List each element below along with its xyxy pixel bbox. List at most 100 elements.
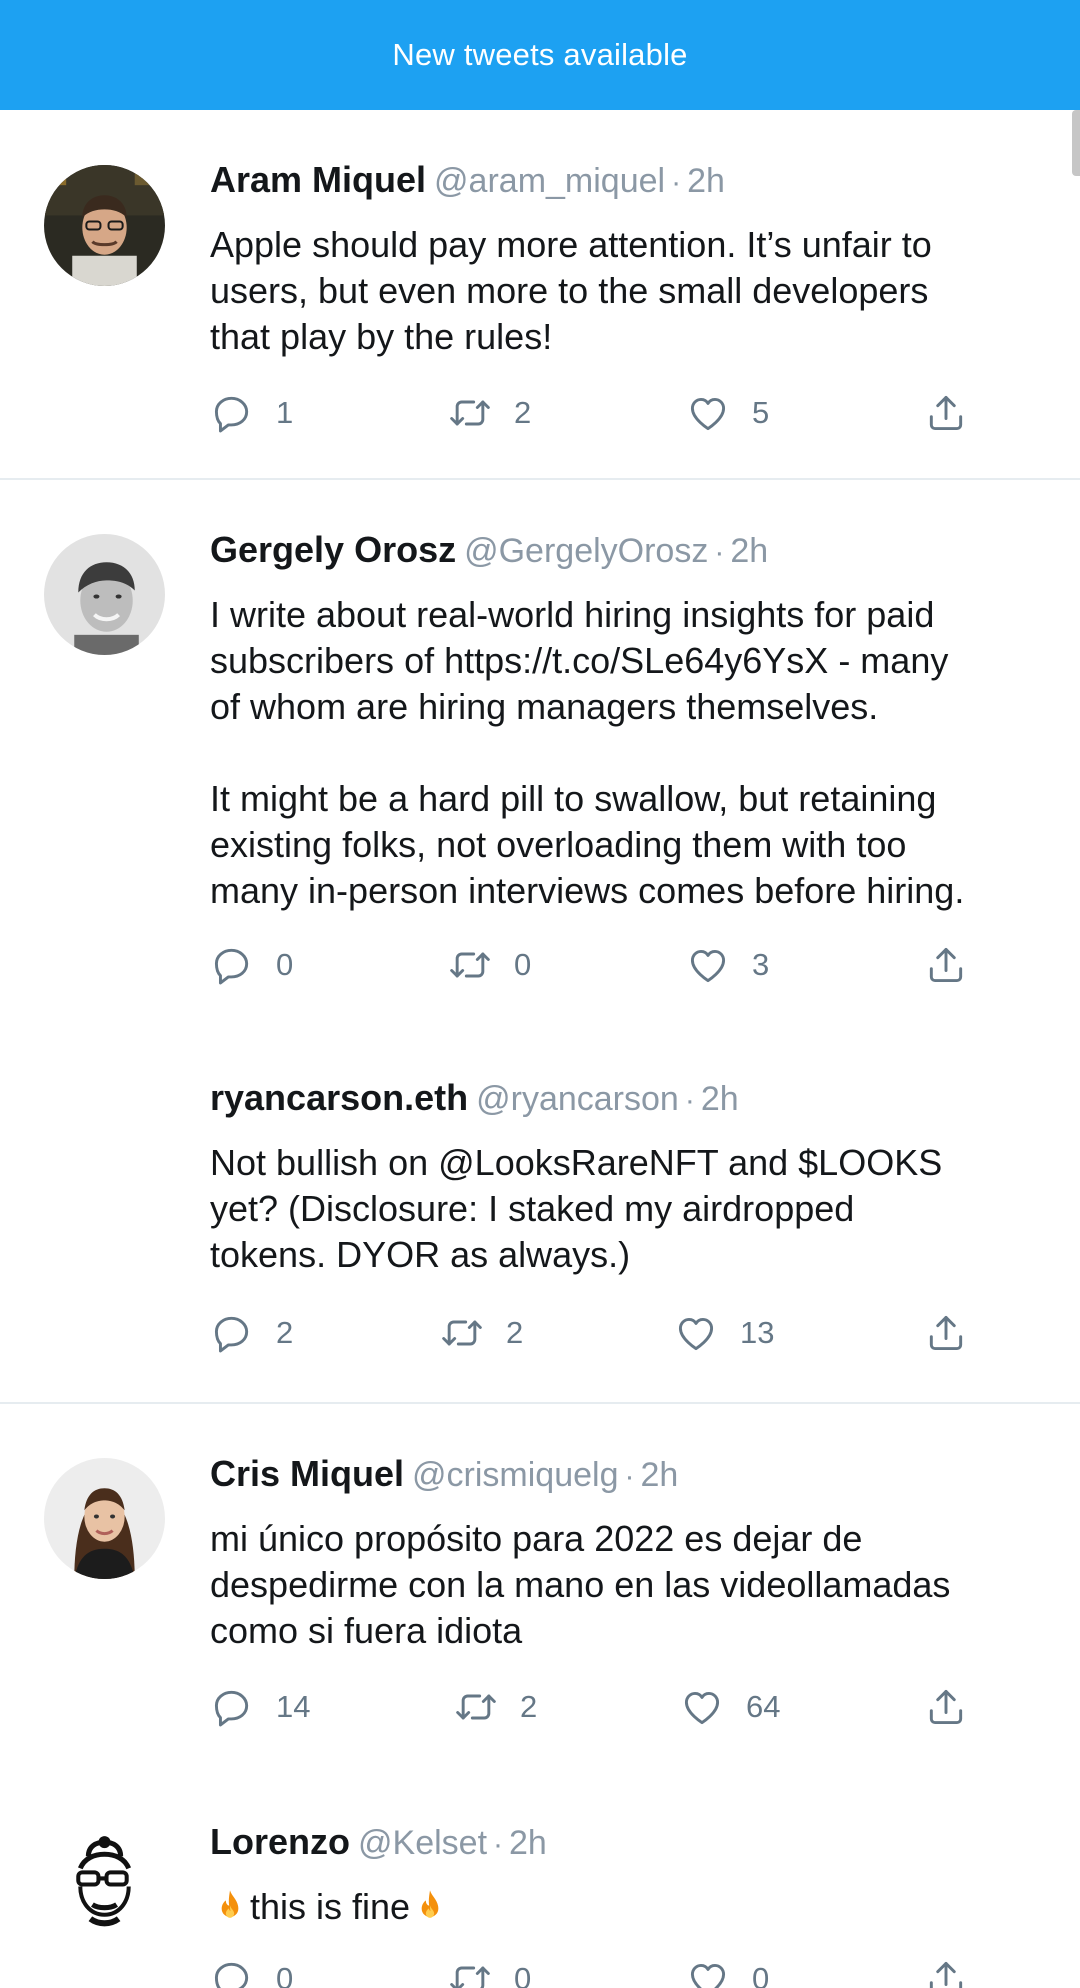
tweet-actions: 14 2 64 [210,1682,980,1732]
retweet-count: 2 [514,395,532,430]
heart-icon [674,1311,718,1355]
tweet-header: Gergely Orosz @GergelyOrosz · 2h [210,528,768,575]
heart-icon [686,943,730,987]
avatar[interactable] [44,1826,165,1947]
tweet-text-row: this is fine [210,1884,1040,1930]
retweet-button[interactable]: 2 [448,388,531,438]
reply-icon [210,943,254,987]
like-count: 5 [752,395,770,430]
tweet-text: this is fine [250,1886,411,1927]
retweet-count: 2 [506,1315,524,1350]
reply-button[interactable]: 1 [210,388,293,438]
display-name[interactable]: Lorenzo [210,1821,350,1862]
share-button[interactable] [924,1308,968,1358]
user-handle[interactable]: @aram_miquel [434,162,665,200]
tweet[interactable]: ryancarson.eth @ryancarson · 2h Not bullish… [0,1040,1080,1402]
timestamp[interactable]: 2h [730,532,768,570]
tweet-actions: 0 0 0 [210,1954,980,1988]
tweet[interactable]: Aram Miquel @aram_miquel · 2h Apple should … [0,110,1080,478]
reply-button[interactable]: 0 [210,940,293,990]
heart-icon [686,1957,730,1988]
display-name[interactable]: Gergely Orosz [210,529,456,570]
separator-dot: · [714,536,725,569]
like-button[interactable]: 5 [686,388,769,438]
heart-icon [686,391,730,435]
tweet[interactable]: Gergely Orosz @GergelyOrosz · 2h I write ab… [0,480,1080,1040]
share-icon [924,943,968,987]
tweet-header: ryancarson.eth @ryancarson · 2h [210,1076,739,1123]
separator-dot: · [671,166,682,199]
like-button[interactable]: 64 [680,1682,780,1732]
reply-count: 0 [276,947,294,982]
like-count: 64 [746,1689,781,1724]
display-name[interactable]: Cris Miquel [210,1453,404,1494]
share-icon [924,391,968,435]
like-button[interactable]: 13 [674,1308,774,1358]
reply-count: 0 [276,1961,294,1988]
timestamp[interactable]: 2h [687,162,725,200]
retweet-icon [454,1685,498,1729]
tweet[interactable]: Cris Miquel @crismiquelg · 2h mi único prop… [0,1404,1080,1774]
timestamp[interactable]: 2h [641,1456,679,1494]
reply-count: 1 [276,395,294,430]
tweet-text: mi único propósito para 2022 es dejar de… [210,1518,951,1651]
tweet-actions: 1 2 5 [210,388,980,438]
retweet-icon [448,1957,492,1988]
reply-icon [210,391,254,435]
reply-icon [210,1957,254,1988]
fire-emoji [410,1887,450,1927]
display-name[interactable]: Aram Miquel [210,159,426,200]
avatar[interactable] [44,1458,165,1579]
tweet-header: Cris Miquel @crismiquelg · 2h [210,1452,678,1499]
tweet-text: Not bullish on @LooksRareNFT and $LOOKS … [210,1142,943,1275]
retweet-button[interactable]: 2 [440,1308,523,1358]
retweet-count: 0 [514,1961,532,1988]
share-icon [924,1957,968,1988]
like-button[interactable]: 3 [686,940,769,990]
reply-count: 14 [276,1689,311,1724]
new-tweets-banner[interactable]: New tweets available [0,0,1080,110]
timestamp[interactable]: 2h [701,1080,739,1118]
retweet-icon [440,1311,484,1355]
retweet-count: 0 [514,947,532,982]
like-count: 13 [740,1315,775,1350]
retweet-button[interactable]: 2 [454,1682,537,1732]
reply-icon [210,1311,254,1355]
reply-button[interactable]: 0 [210,1954,293,1988]
tweet-text: I write about real-world hiring insights… [210,594,965,911]
user-handle[interactable]: @Kelset [358,1824,487,1862]
reply-button[interactable]: 2 [210,1308,293,1358]
fire-emoji [210,1887,250,1927]
retweet-button[interactable]: 0 [448,940,531,990]
timestamp[interactable]: 2h [509,1824,547,1862]
share-button[interactable] [924,1954,968,1988]
reply-count: 2 [276,1315,294,1350]
avatar[interactable] [44,165,165,286]
user-handle[interactable]: @GergelyOrosz [464,532,708,570]
tweet-actions: 2 2 13 [210,1308,980,1358]
tweet[interactable]: Lorenzo @Kelset · 2h this is fine 0 0 0 [0,1774,1080,1988]
reply-button[interactable]: 14 [210,1682,310,1732]
separator-dot: · [624,1460,635,1493]
heart-icon [680,1685,724,1729]
share-button[interactable] [924,388,968,438]
tweet-actions: 0 0 3 [210,940,980,990]
retweet-button[interactable]: 0 [448,1954,531,1988]
like-count: 3 [752,947,770,982]
separator-dot: · [493,1828,504,1861]
reply-icon [210,1685,254,1729]
display-name[interactable]: ryancarson.eth [210,1077,468,1118]
share-icon [924,1311,968,1355]
avatar[interactable] [44,534,165,655]
share-button[interactable] [924,1682,968,1732]
retweet-icon [448,391,492,435]
share-icon [924,1685,968,1729]
tweet-text: Apple should pay more attention. It’s un… [210,224,932,357]
new-tweets-label: New tweets available [392,37,688,72]
user-handle[interactable]: @crismiquelg [412,1456,618,1494]
user-handle[interactable]: @ryancarson [476,1080,679,1118]
share-button[interactable] [924,940,968,990]
retweet-count: 2 [520,1689,538,1724]
like-count: 0 [752,1961,770,1988]
like-button[interactable]: 0 [686,1954,769,1988]
